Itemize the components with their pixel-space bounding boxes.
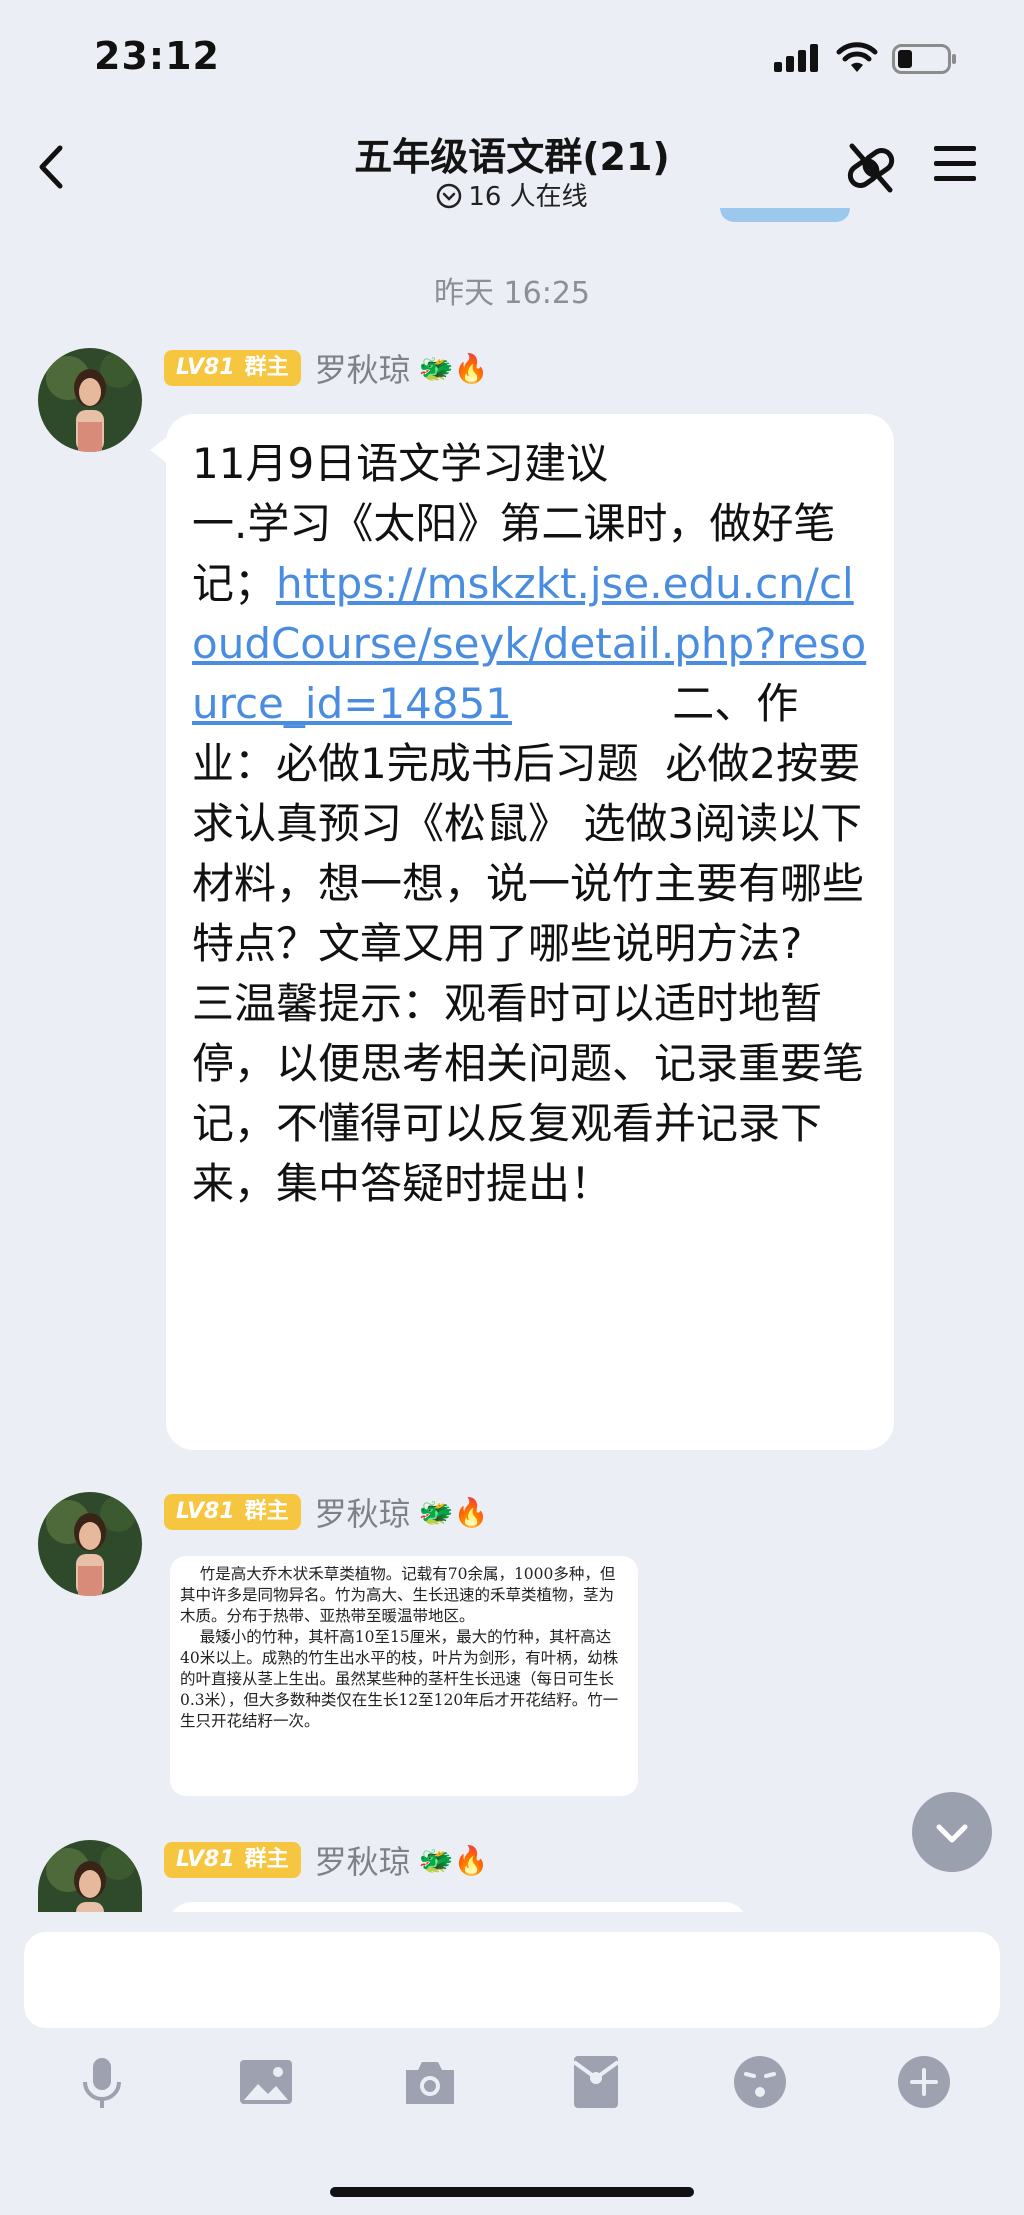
menu-icon[interactable] bbox=[934, 144, 976, 184]
message-input[interactable] bbox=[24, 1932, 1000, 2028]
sender-name[interactable]: 罗秋琼 bbox=[315, 1837, 411, 1883]
image-message[interactable]: 竹是高大乔木状禾草类植物。记载有70余属，1000多种，但其中许多是同物异名。竹… bbox=[170, 1556, 638, 1796]
sender-emoji: 🐲🔥 bbox=[418, 1495, 489, 1529]
plus-icon[interactable] bbox=[894, 2052, 954, 2112]
camera-icon[interactable] bbox=[400, 2052, 460, 2112]
message-bubble[interactable]: 11月9日语文学习建议 一.学习《太阳》第二课时，做好笔记；https://ms… bbox=[166, 414, 894, 1450]
sender-meta: LV81 群主 罗秋琼 🐲🔥 bbox=[164, 1837, 489, 1883]
image-text-content: 竹是高大乔木状禾草类植物。记载有70余属，1000多种，但其中许多是同物异名。竹… bbox=[180, 1565, 619, 1730]
home-indicator bbox=[330, 2187, 694, 2197]
message-text: 11月9日语文学习建议 一.学习《太阳》第二课时，做好笔记；https://ms… bbox=[192, 439, 867, 1208]
chevron-circle-icon bbox=[437, 183, 462, 209]
composer bbox=[0, 1912, 1024, 2215]
emoji-icon[interactable] bbox=[730, 2052, 790, 2112]
unlink-icon[interactable] bbox=[842, 140, 900, 196]
sender-name[interactable]: 罗秋琼 bbox=[315, 345, 411, 391]
previous-message-edge bbox=[720, 208, 850, 222]
wifi-icon bbox=[836, 42, 878, 72]
chat-header: 五年级语文群(21) 16 人在线 bbox=[0, 120, 1024, 220]
image-icon[interactable] bbox=[236, 2052, 296, 2112]
sender-meta: LV81 群主 罗秋琼 🐲🔥 bbox=[164, 345, 489, 391]
level-badge: LV81 群主 bbox=[164, 1494, 301, 1530]
avatar[interactable] bbox=[38, 1492, 142, 1596]
sender-emoji: 🐲🔥 bbox=[418, 1843, 489, 1877]
microphone-icon[interactable] bbox=[72, 2052, 132, 2112]
sender-name[interactable]: 罗秋琼 bbox=[315, 1489, 411, 1535]
sender-meta: LV81 群主 罗秋琼 🐲🔥 bbox=[164, 1489, 489, 1535]
chevron-down-icon bbox=[936, 1824, 968, 1843]
online-count-text: 16 人在线 bbox=[468, 182, 588, 212]
avatar[interactable] bbox=[38, 348, 142, 452]
level-badge: LV81 群主 bbox=[164, 350, 301, 386]
level-badge: LV81 群主 bbox=[164, 1842, 301, 1878]
scroll-to-bottom-button[interactable] bbox=[912, 1792, 992, 1872]
message-timestamp: 昨天 16:25 bbox=[434, 276, 590, 311]
battery-icon bbox=[892, 44, 956, 74]
cellular-signal-icon bbox=[774, 44, 818, 72]
red-packet-icon[interactable] bbox=[566, 2052, 626, 2112]
status-time: 23:12 bbox=[94, 34, 220, 78]
status-bar: 23:12 bbox=[0, 0, 1024, 120]
sender-emoji: 🐲🔥 bbox=[418, 351, 489, 385]
avatar[interactable] bbox=[38, 1840, 142, 1912]
